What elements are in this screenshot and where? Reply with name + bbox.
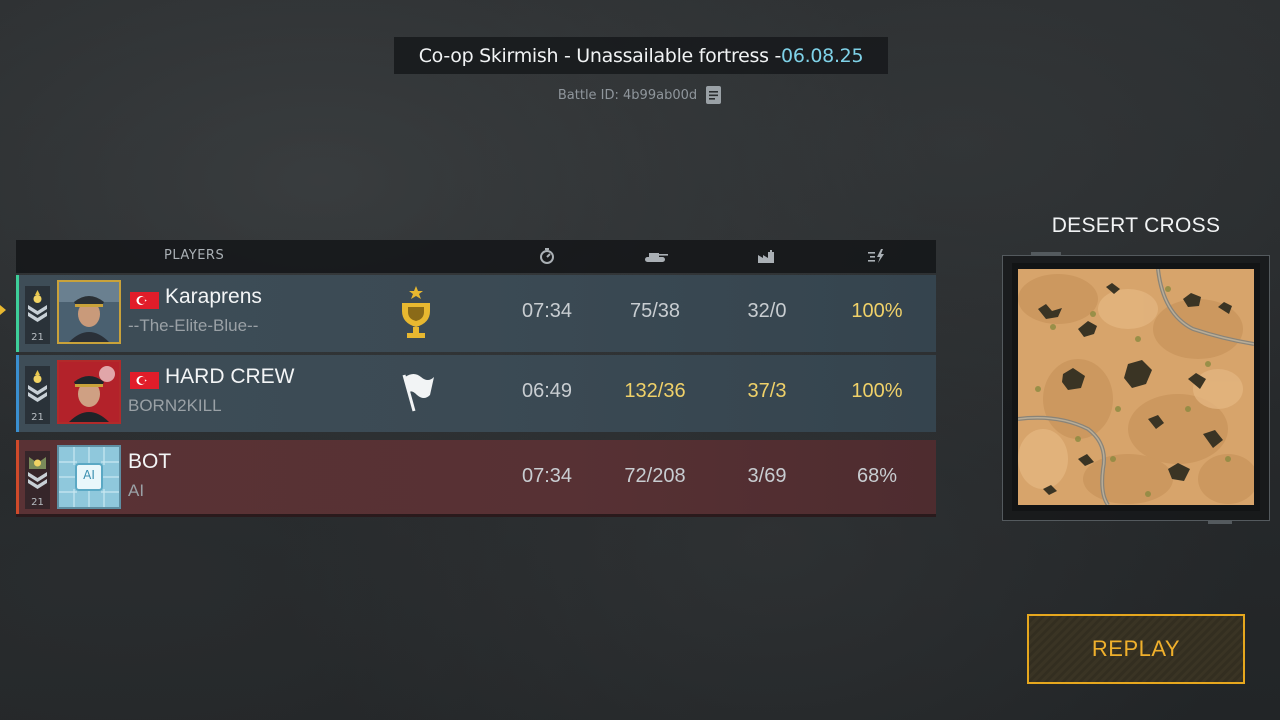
frame-tick bbox=[1208, 521, 1232, 524]
cell-units: 72/208 bbox=[624, 465, 686, 487]
rank-number: 21 bbox=[31, 332, 44, 343]
cell-buildings: 32/0 bbox=[747, 300, 787, 322]
row-team-edge bbox=[16, 275, 19, 352]
player-clan: BORN2KILL bbox=[128, 396, 222, 415]
player-clan: AI bbox=[128, 481, 145, 500]
player-name: BOT bbox=[128, 450, 172, 473]
cell-units: 132/36 bbox=[624, 380, 686, 402]
cell-time: 07:34 bbox=[521, 465, 573, 487]
cell-buildings: 3/69 bbox=[747, 465, 787, 487]
stopwatch-icon bbox=[537, 247, 557, 265]
row-divider bbox=[16, 514, 936, 517]
rank-chevrons-icon bbox=[28, 457, 47, 489]
table-row[interactable]: 21 AI BOT AI 07:34 72/208 3/69 68% bbox=[16, 440, 936, 517]
copy-icon[interactable] bbox=[705, 85, 722, 105]
table-row[interactable]: 21 Karaprens --The-Elite-Blue-- 07:34 75… bbox=[16, 275, 936, 352]
tank-icon bbox=[643, 247, 669, 265]
rank-chevrons-icon bbox=[28, 290, 47, 322]
battle-title-text: Co-op Skirmish - Unassailable fortress - bbox=[418, 44, 782, 67]
cell-time: 06:49 bbox=[521, 380, 573, 402]
cell-units: 75/38 bbox=[629, 300, 681, 322]
minimap[interactable] bbox=[1012, 263, 1260, 511]
map-name: DESERT CROSS bbox=[1051, 214, 1221, 237]
rank-badge: 21 bbox=[25, 366, 50, 424]
column-players: PLAYERS bbox=[164, 248, 225, 263]
rank-number: 21 bbox=[31, 412, 44, 423]
turkey-flag-icon bbox=[130, 292, 159, 309]
player-name: Karaprens bbox=[165, 285, 262, 308]
player-name: HARD CREW bbox=[165, 365, 295, 388]
player-clan: --The-Elite-Blue-- bbox=[128, 316, 259, 335]
row-team-edge bbox=[16, 440, 19, 517]
current-player-marker bbox=[0, 305, 6, 315]
battle-id-row: Battle ID: 4b99ab00d bbox=[0, 84, 1280, 106]
turkey-flag-icon bbox=[130, 372, 159, 389]
table-row[interactable]: 21 HARD CREW BORN2KILL 06:49 132/36 37/3… bbox=[16, 355, 936, 432]
surrender-flag-icon bbox=[402, 374, 434, 412]
rank-chevrons-icon bbox=[28, 370, 47, 402]
battle-title: Co-op Skirmish - Unassailable fortress -… bbox=[394, 37, 888, 74]
factory-icon bbox=[757, 247, 777, 265]
energy-icon bbox=[867, 247, 887, 265]
battle-date: 06.08.25 bbox=[781, 44, 864, 67]
rank-number: 21 bbox=[31, 497, 44, 508]
cell-efficiency: 68% bbox=[856, 465, 898, 487]
rank-badge: 21 bbox=[25, 451, 50, 509]
cell-efficiency: 100% bbox=[851, 300, 903, 322]
frame-tick bbox=[1031, 252, 1061, 255]
avatar[interactable]: AI bbox=[57, 445, 121, 509]
avatar-ai-text: AI bbox=[83, 468, 95, 482]
cell-efficiency: 100% bbox=[851, 380, 903, 402]
trophy-icon bbox=[402, 286, 430, 338]
rank-badge: 21 bbox=[25, 286, 50, 344]
battle-id-text: Battle ID: 4b99ab00d bbox=[557, 87, 698, 103]
replay-button[interactable]: REPLAY bbox=[1027, 614, 1245, 684]
cell-time: 07:34 bbox=[521, 300, 573, 322]
cell-buildings: 37/3 bbox=[747, 380, 787, 402]
table-header: PLAYERS bbox=[16, 240, 936, 273]
row-team-edge bbox=[16, 355, 19, 432]
map-preview-frame bbox=[1002, 252, 1270, 524]
avatar[interactable] bbox=[57, 280, 121, 344]
results-table: PLAYERS 21 Karaprens --The-Elite-Blue-- … bbox=[16, 240, 936, 517]
avatar[interactable] bbox=[57, 360, 121, 424]
